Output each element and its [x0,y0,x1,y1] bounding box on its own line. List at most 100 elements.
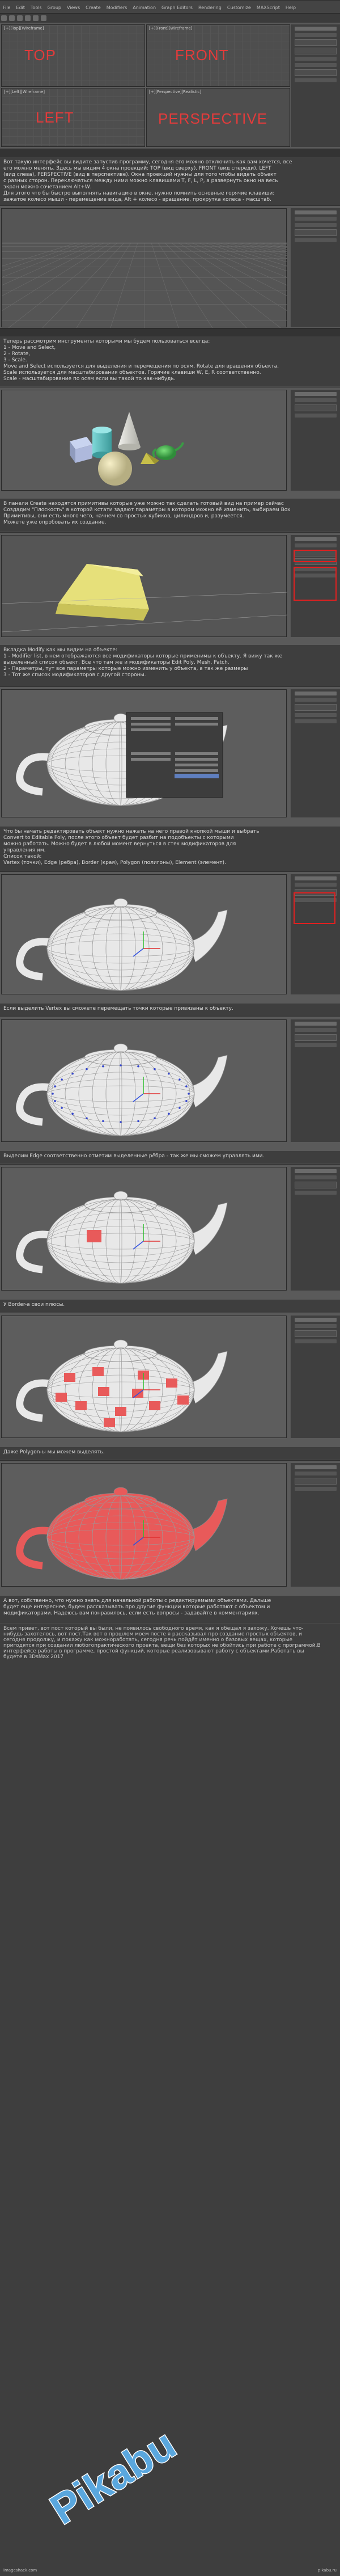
polygon-mode-screenshot [0,1460,340,1596]
undo-icon[interactable] [1,15,7,21]
move-icon[interactable] [25,15,31,21]
pikabu-watermark: Pikabu [42,2421,184,2533]
text-block-border: У Border-а свои плюсы. [0,1300,340,1312]
status-bar [0,328,340,336]
menu-item[interactable]: Views [64,2,83,10]
viewport-perspective[interactable] [1,1019,287,1142]
command-panel [291,1463,340,1587]
text-line: практического проекта, вещи без которых … [94,1643,317,1649]
menu-item[interactable]: Graph Editors [159,2,196,10]
panel-button[interactable] [295,1034,337,1041]
text-line: Выделим Edge соответственно отметим выде… [3,1153,265,1159]
selected-polygon[interactable] [92,1367,104,1376]
selected-polygon[interactable] [177,1395,189,1405]
selected-polygon[interactable] [115,1407,126,1416]
panel-button[interactable] [295,704,337,711]
panel-button[interactable] [295,1182,337,1188]
menu-item[interactable]: Create [83,2,104,10]
text-line: 2 - Rotate, [3,351,31,357]
menu-item[interactable]: Tools [28,2,45,10]
redo-icon[interactable] [9,15,15,21]
text-line: В панели Create находятся примитивы кото… [3,501,284,507]
text-line: 2 - Параметры, тут все параметры которые… [3,666,248,672]
command-panel [291,689,340,817]
viewport-perspective[interactable] [1,390,287,491]
menu-item[interactable]: MAXScript [254,2,283,10]
selected-polygon[interactable] [132,1389,143,1398]
text-line: Convert to Editable Poly, после этого об… [3,835,234,841]
viewport-front[interactable]: [+][Front][Wireframe] FRONT [146,24,290,87]
viewport-perspective[interactable] [1,689,287,817]
viewports-screenshot: File Edit Tools Group Views Create Modifiers An… [0,0,340,158]
selected-polygon[interactable] [98,1387,109,1396]
selected-polygon[interactable] [64,1373,75,1382]
teapot-view [16,1191,228,1284]
panel-button[interactable] [295,1330,337,1337]
cone-primitive[interactable] [118,412,141,450]
viewport-perspective[interactable] [1,208,287,328]
selected-polygon[interactable] [75,1401,87,1410]
panel-button[interactable] [295,404,337,411]
left-label: LEFT [36,109,74,126]
box-primitive[interactable] [70,437,92,463]
viewport-perspective[interactable] [1,1316,287,1438]
selected-polygon[interactable] [166,1378,177,1388]
source-url[interactable]: imageshack.com [3,2568,37,2573]
viewport-label[interactable]: [+][Left][Wireframe] [4,90,45,94]
teapot-primitive[interactable] [152,442,184,460]
viewport-label[interactable]: [+][Top][Wireframe] [4,26,44,31]
menu-item[interactable]: Modifiers [104,2,130,10]
text-block-tools: Теперь рассмотрим инструменты которыми м… [0,336,340,386]
viewport-perspective[interactable] [1,535,287,637]
grid-plane [2,242,287,328]
text-line: Vertex (точки), Edge (ребра), Border (кр… [3,860,226,866]
viewport-perspective[interactable] [1,1167,287,1291]
viewport-left[interactable]: [+][Left][Wireframe] LEFT [1,88,145,147]
viewport-label[interactable]: [+][Front][Wireframe] [149,26,192,31]
panel-button[interactable] [295,1478,337,1485]
wedge-object[interactable] [2,536,287,638]
edge-mode-screenshot [0,1164,340,1300]
rotate-icon[interactable] [33,15,39,21]
viewport-label[interactable]: [+][Perspective][Realistic] [149,90,201,94]
text-line: Можете уже опробовать их создание. [3,520,107,525]
menu-item[interactable]: Animation [130,2,159,10]
menu-item[interactable]: File [0,2,13,10]
panel-button[interactable] [295,39,337,46]
menu-item[interactable]: Customize [224,2,254,10]
text-line: Вкладка Modify как мы видим на объекте: [3,647,117,653]
panel-button[interactable] [295,48,337,54]
main-toolbar [0,14,340,23]
viewport-perspective[interactable] [1,874,287,994]
viewport-top[interactable]: [+][Top][Wireframe] TOP [1,24,145,87]
teapot-view [16,1339,228,1432]
text-line: управления им. [3,848,46,853]
scale-icon[interactable] [41,15,46,21]
menu-item[interactable]: Group [45,2,64,10]
status-bar [0,149,340,157]
site-url[interactable]: pikabu.ru [318,2568,337,2573]
selected-polygon[interactable] [56,1393,67,1402]
selected-polygon[interactable] [87,1230,101,1242]
intro-text: Всем привет, вот пост который вы были, н… [3,1626,321,1660]
top-label: TOP [24,47,56,64]
panel-button[interactable] [295,69,337,76]
viewport-perspective[interactable] [1,1463,287,1587]
text-block-edge: Выделим Edge соответственно отметим выде… [0,1151,340,1163]
text-line: А вот, собственно, что нужно знать для н… [3,1598,271,1604]
text-line: зажатое колесо мыши - перемещение вида, … [3,197,271,203]
menu-item[interactable]: Rendering [196,2,224,10]
text-line: модификаторами. Надеюсь вам понравилось,… [3,1610,260,1616]
menu-item[interactable]: Help [283,2,299,10]
panel-button[interactable] [295,229,337,236]
selected-polygon[interactable] [104,1418,115,1427]
menu-item[interactable]: Edit [13,2,28,10]
viewport-perspective[interactable]: [+][Perspective][Realistic] PERSPECTIVE [146,88,290,147]
sphere-primitive[interactable] [98,452,132,486]
menu-bar: File Edit Tools Group Views Create Modifiers An… [0,1,340,14]
select-icon[interactable] [17,15,23,21]
text-line: 1 - Move and Select, [3,345,56,351]
selected-polygon[interactable] [149,1401,160,1410]
command-panel [291,208,340,327]
text-block-select: В панели Create находятся примитивы кото… [0,499,340,532]
